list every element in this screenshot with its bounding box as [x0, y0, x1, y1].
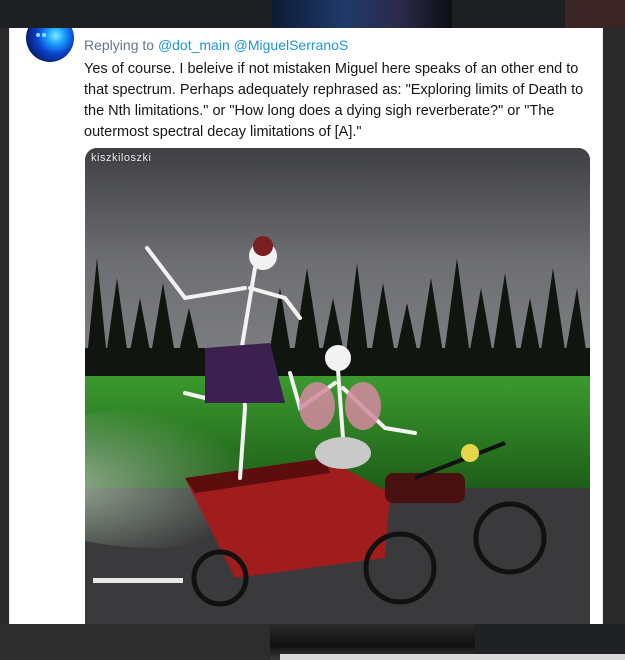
fairy-tutu — [315, 437, 371, 469]
dancing-skeletons-image — [85, 148, 590, 624]
browser-top-bar — [0, 0, 625, 28]
video-thumbnail-strip — [272, 0, 452, 28]
tweet-text: Yes of course. I beleive if not mistaken… — [84, 61, 584, 140]
avatar-dot-icon — [36, 33, 40, 37]
bottom-scroll-strip[interactable] — [280, 654, 625, 660]
top-edge-panel — [565, 0, 625, 28]
headlight — [461, 444, 479, 462]
image-watermark: kiszkiloszki — [91, 152, 152, 164]
road-marking — [93, 578, 183, 583]
avatar-dot-icon — [42, 33, 46, 37]
tweet-media-image[interactable]: kiszkiloszki — [85, 148, 590, 624]
replying-to-label: Replying to — [84, 37, 155, 53]
replying-to-line: Replying to @dot_main @MiguelSerranoS — [84, 37, 348, 53]
mention-link-miguel-serrano[interactable]: @MiguelSerranoS — [234, 37, 349, 53]
user-avatar[interactable] — [26, 28, 74, 62]
motorcycle-tank — [385, 473, 465, 503]
skeleton-hat — [253, 236, 273, 256]
bottom-left-panel — [0, 624, 270, 660]
mention-link-dot-main[interactable]: @dot_main — [158, 37, 230, 53]
reply-tweet-card[interactable]: Replying to @dot_main @MiguelSerranoS Ye… — [9, 28, 603, 624]
